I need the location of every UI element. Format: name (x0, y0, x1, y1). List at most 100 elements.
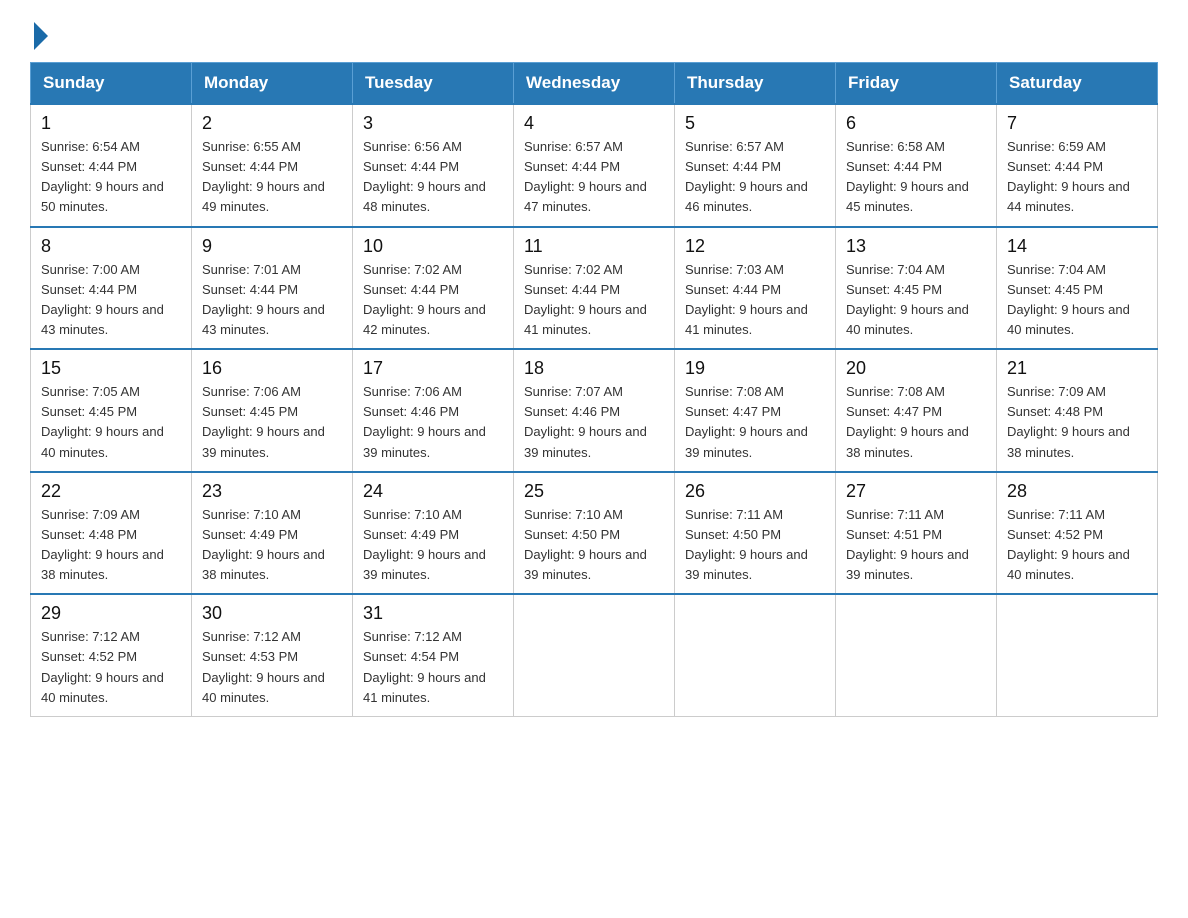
day-info: Sunrise: 7:09 AMSunset: 4:48 PMDaylight:… (41, 507, 164, 582)
calendar-week-row: 22 Sunrise: 7:09 AMSunset: 4:48 PMDaylig… (31, 472, 1158, 595)
day-number: 11 (524, 236, 664, 257)
day-info: Sunrise: 7:04 AMSunset: 4:45 PMDaylight:… (1007, 262, 1130, 337)
calendar-cell: 28 Sunrise: 7:11 AMSunset: 4:52 PMDaylig… (997, 472, 1158, 595)
calendar-header-sunday: Sunday (31, 63, 192, 105)
calendar-cell: 14 Sunrise: 7:04 AMSunset: 4:45 PMDaylig… (997, 227, 1158, 350)
day-info: Sunrise: 7:10 AMSunset: 4:49 PMDaylight:… (363, 507, 486, 582)
day-info: Sunrise: 7:06 AMSunset: 4:46 PMDaylight:… (363, 384, 486, 459)
day-number: 28 (1007, 481, 1147, 502)
day-info: Sunrise: 7:11 AMSunset: 4:51 PMDaylight:… (846, 507, 969, 582)
day-info: Sunrise: 7:03 AMSunset: 4:44 PMDaylight:… (685, 262, 808, 337)
day-info: Sunrise: 7:10 AMSunset: 4:50 PMDaylight:… (524, 507, 647, 582)
day-number: 24 (363, 481, 503, 502)
calendar-cell: 3 Sunrise: 6:56 AMSunset: 4:44 PMDayligh… (353, 104, 514, 227)
day-number: 19 (685, 358, 825, 379)
day-number: 26 (685, 481, 825, 502)
calendar-cell: 11 Sunrise: 7:02 AMSunset: 4:44 PMDaylig… (514, 227, 675, 350)
calendar-cell: 6 Sunrise: 6:58 AMSunset: 4:44 PMDayligh… (836, 104, 997, 227)
day-info: Sunrise: 6:58 AMSunset: 4:44 PMDaylight:… (846, 139, 969, 214)
calendar-cell: 24 Sunrise: 7:10 AMSunset: 4:49 PMDaylig… (353, 472, 514, 595)
day-info: Sunrise: 6:56 AMSunset: 4:44 PMDaylight:… (363, 139, 486, 214)
calendar-cell: 17 Sunrise: 7:06 AMSunset: 4:46 PMDaylig… (353, 349, 514, 472)
calendar-cell: 4 Sunrise: 6:57 AMSunset: 4:44 PMDayligh… (514, 104, 675, 227)
calendar-cell (675, 594, 836, 716)
calendar-header-tuesday: Tuesday (353, 63, 514, 105)
calendar-cell: 29 Sunrise: 7:12 AMSunset: 4:52 PMDaylig… (31, 594, 192, 716)
day-info: Sunrise: 7:07 AMSunset: 4:46 PMDaylight:… (524, 384, 647, 459)
calendar-week-row: 15 Sunrise: 7:05 AMSunset: 4:45 PMDaylig… (31, 349, 1158, 472)
day-info: Sunrise: 6:59 AMSunset: 4:44 PMDaylight:… (1007, 139, 1130, 214)
day-number: 25 (524, 481, 664, 502)
calendar-table: SundayMondayTuesdayWednesdayThursdayFrid… (30, 62, 1158, 717)
calendar-header-saturday: Saturday (997, 63, 1158, 105)
calendar-cell: 26 Sunrise: 7:11 AMSunset: 4:50 PMDaylig… (675, 472, 836, 595)
calendar-cell: 2 Sunrise: 6:55 AMSunset: 4:44 PMDayligh… (192, 104, 353, 227)
day-info: Sunrise: 6:54 AMSunset: 4:44 PMDaylight:… (41, 139, 164, 214)
calendar-cell: 5 Sunrise: 6:57 AMSunset: 4:44 PMDayligh… (675, 104, 836, 227)
day-info: Sunrise: 7:12 AMSunset: 4:53 PMDaylight:… (202, 629, 325, 704)
day-number: 2 (202, 113, 342, 134)
calendar-cell: 9 Sunrise: 7:01 AMSunset: 4:44 PMDayligh… (192, 227, 353, 350)
day-info: Sunrise: 7:09 AMSunset: 4:48 PMDaylight:… (1007, 384, 1130, 459)
day-info: Sunrise: 7:12 AMSunset: 4:52 PMDaylight:… (41, 629, 164, 704)
calendar-cell (514, 594, 675, 716)
calendar-cell: 1 Sunrise: 6:54 AMSunset: 4:44 PMDayligh… (31, 104, 192, 227)
day-number: 5 (685, 113, 825, 134)
day-number: 30 (202, 603, 342, 624)
day-number: 27 (846, 481, 986, 502)
calendar-header-row: SundayMondayTuesdayWednesdayThursdayFrid… (31, 63, 1158, 105)
day-info: Sunrise: 7:08 AMSunset: 4:47 PMDaylight:… (846, 384, 969, 459)
day-number: 1 (41, 113, 181, 134)
day-info: Sunrise: 6:55 AMSunset: 4:44 PMDaylight:… (202, 139, 325, 214)
calendar-header-thursday: Thursday (675, 63, 836, 105)
day-number: 4 (524, 113, 664, 134)
calendar-cell: 13 Sunrise: 7:04 AMSunset: 4:45 PMDaylig… (836, 227, 997, 350)
calendar-cell: 27 Sunrise: 7:11 AMSunset: 4:51 PMDaylig… (836, 472, 997, 595)
day-number: 16 (202, 358, 342, 379)
day-info: Sunrise: 7:02 AMSunset: 4:44 PMDaylight:… (524, 262, 647, 337)
calendar-cell (997, 594, 1158, 716)
day-number: 14 (1007, 236, 1147, 257)
day-info: Sunrise: 7:12 AMSunset: 4:54 PMDaylight:… (363, 629, 486, 704)
day-number: 6 (846, 113, 986, 134)
day-number: 3 (363, 113, 503, 134)
calendar-cell: 22 Sunrise: 7:09 AMSunset: 4:48 PMDaylig… (31, 472, 192, 595)
page-header (30, 20, 1158, 44)
day-number: 17 (363, 358, 503, 379)
day-number: 10 (363, 236, 503, 257)
calendar-cell: 10 Sunrise: 7:02 AMSunset: 4:44 PMDaylig… (353, 227, 514, 350)
calendar-cell: 21 Sunrise: 7:09 AMSunset: 4:48 PMDaylig… (997, 349, 1158, 472)
calendar-header-wednesday: Wednesday (514, 63, 675, 105)
calendar-header-friday: Friday (836, 63, 997, 105)
calendar-cell: 23 Sunrise: 7:10 AMSunset: 4:49 PMDaylig… (192, 472, 353, 595)
calendar-cell: 15 Sunrise: 7:05 AMSunset: 4:45 PMDaylig… (31, 349, 192, 472)
logo-arrow-icon (34, 22, 48, 50)
day-info: Sunrise: 7:05 AMSunset: 4:45 PMDaylight:… (41, 384, 164, 459)
day-number: 7 (1007, 113, 1147, 134)
calendar-cell: 30 Sunrise: 7:12 AMSunset: 4:53 PMDaylig… (192, 594, 353, 716)
day-number: 9 (202, 236, 342, 257)
calendar-cell: 18 Sunrise: 7:07 AMSunset: 4:46 PMDaylig… (514, 349, 675, 472)
calendar-cell: 7 Sunrise: 6:59 AMSunset: 4:44 PMDayligh… (997, 104, 1158, 227)
calendar-cell: 25 Sunrise: 7:10 AMSunset: 4:50 PMDaylig… (514, 472, 675, 595)
day-info: Sunrise: 7:06 AMSunset: 4:45 PMDaylight:… (202, 384, 325, 459)
day-number: 20 (846, 358, 986, 379)
day-info: Sunrise: 7:11 AMSunset: 4:50 PMDaylight:… (685, 507, 808, 582)
day-number: 13 (846, 236, 986, 257)
day-info: Sunrise: 7:02 AMSunset: 4:44 PMDaylight:… (363, 262, 486, 337)
calendar-cell: 31 Sunrise: 7:12 AMSunset: 4:54 PMDaylig… (353, 594, 514, 716)
calendar-cell: 8 Sunrise: 7:00 AMSunset: 4:44 PMDayligh… (31, 227, 192, 350)
day-info: Sunrise: 7:10 AMSunset: 4:49 PMDaylight:… (202, 507, 325, 582)
day-info: Sunrise: 7:04 AMSunset: 4:45 PMDaylight:… (846, 262, 969, 337)
calendar-week-row: 1 Sunrise: 6:54 AMSunset: 4:44 PMDayligh… (31, 104, 1158, 227)
calendar-cell: 20 Sunrise: 7:08 AMSunset: 4:47 PMDaylig… (836, 349, 997, 472)
logo (30, 20, 48, 44)
day-number: 18 (524, 358, 664, 379)
calendar-cell: 16 Sunrise: 7:06 AMSunset: 4:45 PMDaylig… (192, 349, 353, 472)
calendar-week-row: 8 Sunrise: 7:00 AMSunset: 4:44 PMDayligh… (31, 227, 1158, 350)
calendar-cell (836, 594, 997, 716)
calendar-header-monday: Monday (192, 63, 353, 105)
day-number: 29 (41, 603, 181, 624)
day-number: 8 (41, 236, 181, 257)
day-info: Sunrise: 6:57 AMSunset: 4:44 PMDaylight:… (685, 139, 808, 214)
